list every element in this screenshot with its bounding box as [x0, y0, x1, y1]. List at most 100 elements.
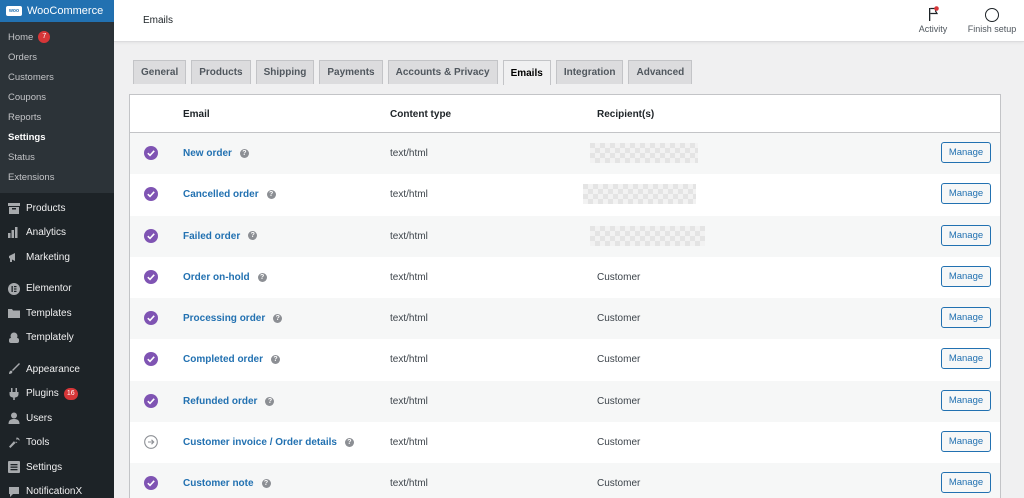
sidebar-item-marketing[interactable]: Marketing [0, 245, 114, 270]
email-name: Customer note [183, 478, 254, 490]
email-name: Refunded order [183, 395, 258, 407]
table-row: New order? text/html Manage [130, 133, 1000, 175]
content-type: text/html [390, 313, 428, 325]
submenu-label: Customers [8, 71, 54, 83]
sidebar-item-settings[interactable]: Settings [0, 455, 114, 480]
email-link[interactable]: New order? [183, 148, 249, 159]
activity-label: Activity [918, 24, 948, 34]
elementor-icon [7, 282, 20, 295]
table-row: Cancelled order? text/html Manage [130, 174, 1000, 215]
submenu-item-reports[interactable]: Reports [0, 107, 114, 127]
woo-logo-icon: woo [6, 6, 22, 16]
help-tip-icon[interactable]: ? [257, 272, 267, 282]
email-link[interactable]: Completed order? [183, 354, 281, 365]
email-name: New order [183, 148, 232, 159]
content-type: text/html [390, 271, 428, 283]
settings-tabs: General Products Shipping Payments Accou… [133, 60, 697, 85]
sidebar-item-appearance[interactable]: Appearance [0, 357, 114, 382]
submenu-label: Status [8, 151, 35, 163]
manage-button[interactable]: Manage [941, 265, 991, 287]
help-tip-icon[interactable]: ? [248, 231, 258, 241]
help-tip-icon[interactable]: ? [273, 314, 283, 324]
tab-integration[interactable]: Integration [555, 60, 624, 84]
submenu-item-extensions[interactable]: Extensions [0, 167, 114, 187]
manage-button[interactable]: Manage [941, 431, 991, 453]
folder-icon [7, 307, 20, 319]
table-row: Customer invoice / Order details? text/h… [130, 422, 1000, 463]
notificationx-icon [7, 486, 20, 498]
submenu-item-customers[interactable]: Customers [0, 67, 114, 87]
tab-payments[interactable]: Payments [319, 60, 383, 84]
email-link[interactable]: Customer invoice / Order details? [183, 437, 354, 448]
woocommerce-submenu: Home 7 Orders Customers Coupons Reports S… [0, 22, 114, 193]
email-name: Order on-hold [183, 271, 250, 283]
help-tip-icon[interactable]: ? [266, 190, 276, 200]
email-link[interactable]: Customer note? [183, 478, 271, 489]
help-tip-icon[interactable]: ? [239, 148, 249, 158]
table-row: Customer note? text/html Customer Manage [130, 463, 1000, 498]
manage-button[interactable]: Manage [941, 472, 991, 494]
manage-button[interactable]: Manage [941, 224, 991, 246]
content-type: text/html [390, 478, 428, 490]
sidebar-item-products[interactable]: Products [0, 196, 114, 221]
sidebar-item-templates[interactable]: Templates [0, 301, 114, 326]
submenu-item-orders[interactable]: Orders [0, 47, 114, 67]
tab-general[interactable]: General [133, 60, 187, 84]
table-row: Failed order? text/html Manage [130, 215, 1000, 257]
activity-button[interactable]: Activity [913, 6, 953, 34]
sidebar-item-analytics[interactable]: Analytics [0, 221, 114, 246]
tab-shipping[interactable]: Shipping [255, 60, 315, 84]
progress-ring-icon [985, 8, 999, 22]
tab-products[interactable]: Products [191, 60, 251, 84]
email-name: Cancelled order [183, 189, 259, 201]
sidebar-item-woocommerce[interactable]: woo WooCommerce [0, 0, 120, 22]
plugins-count-badge: 16 [63, 387, 78, 400]
menu-label: Plugins [26, 388, 59, 400]
email-link[interactable]: Cancelled order? [183, 189, 276, 200]
help-tip-icon[interactable]: ? [265, 396, 275, 406]
email-link[interactable]: Refunded order? [183, 395, 275, 407]
table-row: Processing order? text/html Customer Man… [130, 298, 1000, 340]
submenu-label: Reports [8, 111, 42, 123]
menu-label: Templates [26, 307, 72, 319]
email-link[interactable]: Failed order? [183, 231, 258, 242]
sidebar-item-plugins[interactable]: Plugins 16 [0, 382, 114, 407]
submenu-item-settings[interactable]: Settings [0, 127, 114, 147]
manage-button[interactable]: Manage [941, 307, 991, 329]
manage-button[interactable]: Manage [941, 348, 991, 370]
help-tip-icon[interactable]: ? [271, 355, 281, 365]
submenu-item-status[interactable]: Status [0, 147, 114, 167]
enabled-check-icon [144, 146, 158, 160]
help-tip-icon[interactable]: ? [261, 479, 271, 489]
sidebar-item-elementor[interactable]: Elementor [0, 277, 114, 302]
column-header-email: Email [183, 109, 210, 120]
submenu-item-home[interactable]: Home 7 [0, 27, 114, 47]
submenu-label: Home [8, 31, 34, 43]
recipient: Customer [597, 354, 641, 366]
menu-label: Settings [26, 461, 63, 473]
email-link[interactable]: Order on-hold? [183, 272, 267, 283]
finish-setup-button[interactable]: Finish setup [963, 6, 1021, 34]
email-link[interactable]: Processing order? [183, 313, 283, 324]
tab-accounts-privacy[interactable]: Accounts & Privacy [387, 60, 498, 84]
sidebar-item-tools[interactable]: Tools [0, 431, 114, 456]
submenu-label: Extensions [8, 171, 55, 183]
sidebar-item-notificationx[interactable]: NotificationX [0, 480, 114, 498]
manage-button[interactable]: Manage [941, 142, 991, 163]
brush-icon [7, 363, 20, 375]
tab-advanced[interactable]: Advanced [628, 60, 693, 84]
home-count-badge: 7 [38, 31, 51, 43]
enabled-check-icon [144, 187, 158, 202]
recipient: Customer [597, 271, 641, 283]
submenu-label: Coupons [8, 91, 47, 103]
help-tip-icon[interactable]: ? [344, 437, 354, 447]
sidebar-brand-label: WooCommerce [27, 5, 104, 17]
recipient: Customer [597, 395, 641, 407]
sidebar-item-users[interactable]: Users [0, 406, 114, 431]
manage-button[interactable]: Manage [941, 389, 991, 411]
tab-emails[interactable]: Emails [502, 60, 551, 85]
recipient: Customer [597, 478, 641, 490]
submenu-item-coupons[interactable]: Coupons [0, 87, 114, 107]
manage-button[interactable]: Manage [941, 183, 991, 205]
sidebar-item-templately[interactable]: Templately [0, 326, 114, 351]
